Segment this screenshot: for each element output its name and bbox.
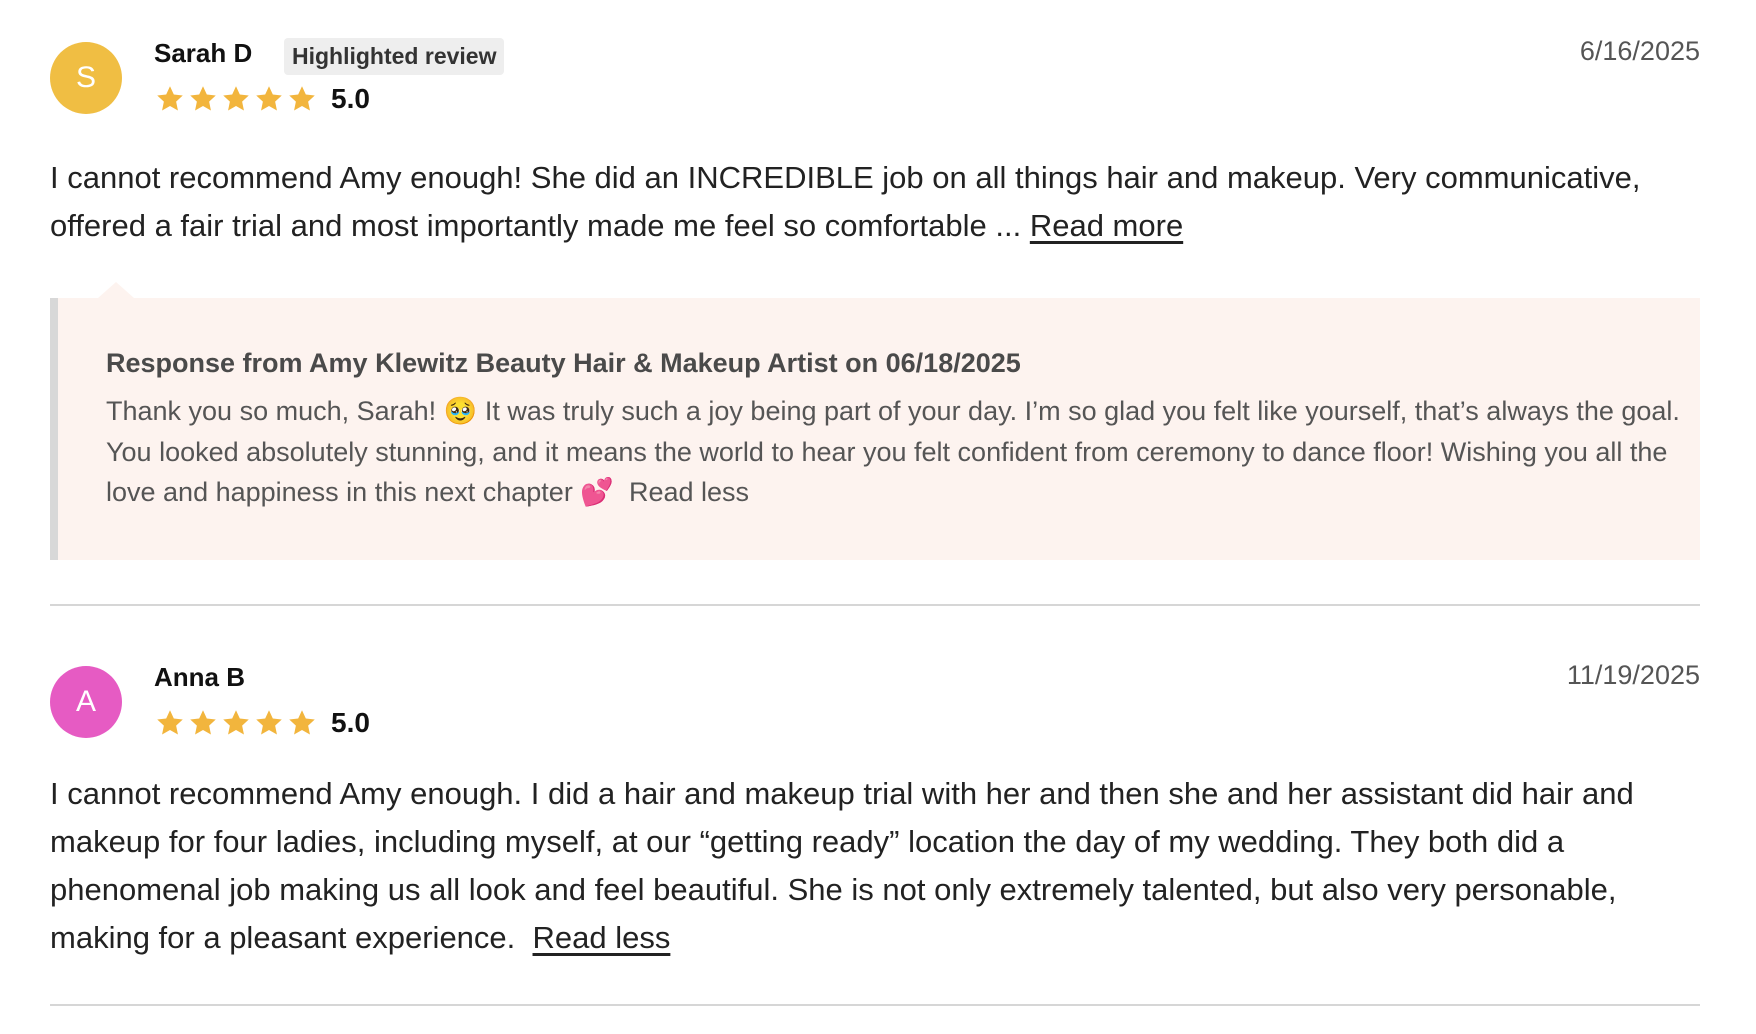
reviewer-name: Sarah D	[154, 38, 253, 68]
star-icon	[220, 708, 252, 738]
avatar: S	[50, 42, 122, 114]
response-text-start: Thank you so much, Sarah!	[106, 396, 437, 426]
reviews-list: S Sarah D Highlighted review 5.0 6/16/20…	[0, 0, 1756, 1034]
vendor-response: Response from Amy Klewitz Beauty Hair & …	[50, 282, 1700, 560]
star-icon	[187, 84, 219, 114]
review-text: I cannot recommend Amy enough. I did a h…	[50, 770, 1700, 962]
read-less-link[interactable]: Read less	[533, 920, 671, 955]
review-date: 11/19/2025	[1566, 660, 1700, 690]
star-icon	[220, 84, 252, 114]
star-icon	[154, 84, 186, 114]
response-read-less-link[interactable]: Read less	[629, 477, 749, 507]
star-icon	[154, 708, 186, 738]
response-caret	[98, 282, 134, 298]
star-icon	[286, 708, 318, 738]
star-icon	[253, 708, 285, 738]
reviewer-name: Anna B	[154, 662, 245, 692]
avatar: A	[50, 666, 122, 738]
review-text-content: I cannot recommend Amy enough. I did a h…	[50, 776, 1634, 955]
review-divider	[50, 604, 1700, 606]
pleading-face-emoji-icon: 🥹	[443, 396, 478, 427]
rating-value: 5.0	[331, 83, 370, 114]
review-divider	[50, 1004, 1700, 1006]
review-text: I cannot recommend Amy enough! She did a…	[50, 154, 1700, 250]
review-date: 6/16/2025	[1579, 36, 1700, 66]
star-icon	[253, 84, 285, 114]
response-title: Response from Amy Klewitz Beauty Hair & …	[106, 348, 1021, 378]
star-icon	[187, 708, 219, 738]
highlighted-review-badge: Highlighted review	[284, 38, 505, 75]
read-more-link[interactable]: Read more	[1030, 208, 1183, 243]
star-icon	[286, 84, 318, 114]
two-hearts-emoji-icon: 💕	[580, 477, 614, 508]
star-rating	[154, 708, 319, 738]
review-text-content: I cannot recommend Amy enough! She did a…	[50, 160, 1641, 243]
rating-value: 5.0	[331, 707, 370, 738]
star-rating	[154, 84, 319, 114]
response-text: Thank you so much, Sarah! 🥹 It was truly…	[106, 391, 1690, 513]
